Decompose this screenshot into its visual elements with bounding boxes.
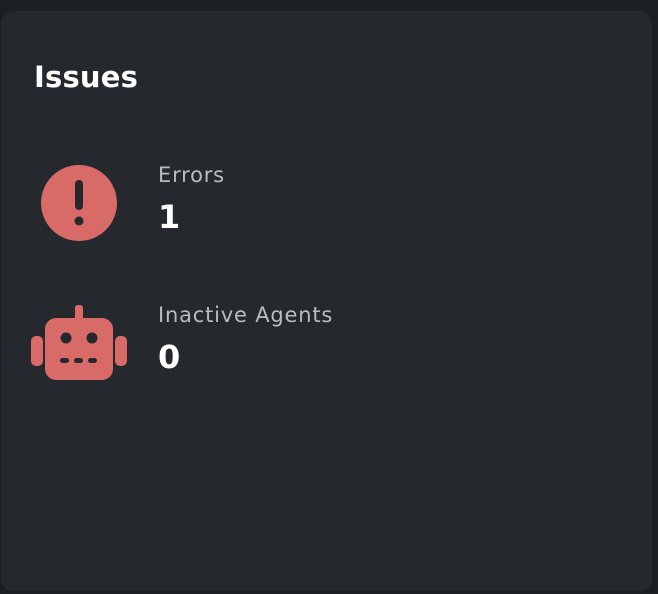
inactive-agents-label: Inactive Agents xyxy=(158,303,334,327)
errors-metric: Errors 1 xyxy=(1,151,652,241)
errors-count: 1 xyxy=(158,198,181,236)
inactive-agents-metric: Inactive Agents 0 xyxy=(1,291,652,381)
card-title: Issues xyxy=(34,60,139,94)
exclamation-circle-icon xyxy=(30,163,130,243)
issues-card: Issues Errors 1 Inactive Agents 0 xyxy=(1,11,652,591)
errors-label: Errors xyxy=(158,163,225,187)
inactive-agents-count: 0 xyxy=(158,338,181,376)
robot-icon xyxy=(30,303,130,383)
